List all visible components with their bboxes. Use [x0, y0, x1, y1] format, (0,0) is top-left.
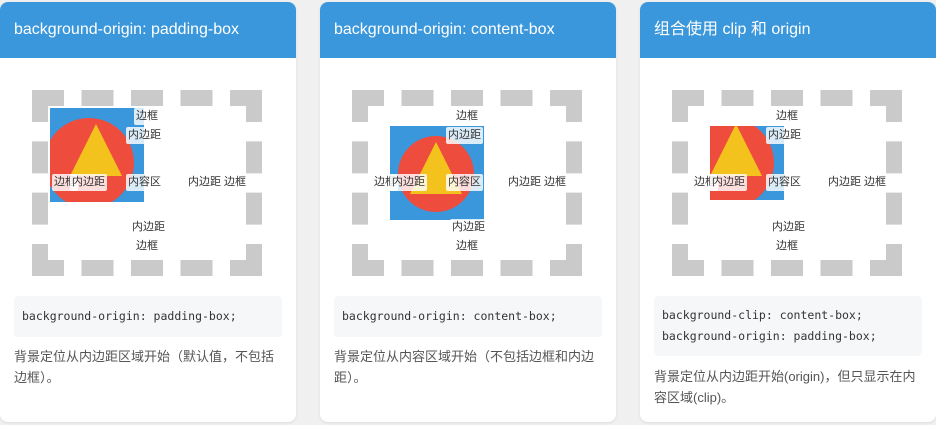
label-padding-left: 内边距: [710, 174, 747, 191]
label-content: 内容区: [126, 174, 163, 191]
card-content-box: background-origin: content-box 边框 内边距 边框…: [320, 2, 616, 422]
label-padding-top: 内边距: [766, 127, 803, 144]
box-model-demo: 边框 内边距 边框 内边距 内容区 内边距 边框 内边距 边框: [338, 90, 600, 276]
description: 背景定位从内边距区域开始（默认值，不包括边框）。: [14, 349, 275, 385]
description: 背景定位从内边距开始(origin)，但只显示在内容区域(clip)。: [654, 369, 916, 405]
label-padding-right-border: 内边距 边框: [826, 174, 889, 191]
label-padding-bottom: 内边距: [770, 219, 807, 236]
label-padding-left: 内边距: [70, 174, 107, 191]
label-padding-top: 内边距: [446, 127, 483, 144]
label-padding-bottom: 内边距: [130, 219, 167, 236]
card-title: background-origin: padding-box: [0, 2, 296, 58]
description: 背景定位从内容区域开始（不包括边框和内边距）。: [334, 349, 595, 385]
label-border-bottom: 边框: [774, 238, 800, 255]
code-block: background-clip: content-box; background-…: [654, 296, 922, 356]
card-clip-and-origin: 组合使用 clip 和 origin 边框 内边距 边框 内边距 内容区 内边距…: [640, 2, 936, 422]
label-content: 内容区: [766, 174, 803, 191]
label-border-top: 边框: [454, 108, 480, 125]
label-padding-top: 内边距: [126, 127, 163, 144]
code-line: background-origin: padding-box;: [662, 329, 877, 343]
yellow-triangle: [710, 126, 762, 176]
label-content: 内容区: [446, 174, 483, 191]
box-model-demo: 边框 内边距 边框 内边距 内容区 内边距 边框 内边距 边框: [658, 90, 920, 276]
label-padding-right-border: 内边距 边框: [506, 174, 569, 191]
code-line: background-clip: content-box;: [662, 308, 863, 322]
label-padding-left: 内边距: [390, 174, 427, 191]
code-block: background-origin: content-box;: [334, 296, 602, 337]
label-border-top: 边框: [134, 108, 160, 125]
box-model-demo: 边框 内边距 边框 内边距 内容区 内边距 边框 内边距 边框: [18, 90, 280, 276]
yellow-triangle: [70, 124, 122, 176]
label-padding-right-border: 内边距 边框: [186, 174, 249, 191]
label-padding-bottom: 内边距: [450, 219, 487, 236]
card-padding-box: background-origin: padding-box 边框 内边距 边框…: [0, 2, 296, 422]
label-border-bottom: 边框: [134, 238, 160, 255]
card-title: 组合使用 clip 和 origin: [640, 2, 936, 58]
code-block: background-origin: padding-box;: [14, 296, 282, 337]
label-border-bottom: 边框: [454, 238, 480, 255]
card-title: background-origin: content-box: [320, 2, 616, 58]
label-border-top: 边框: [774, 108, 800, 125]
